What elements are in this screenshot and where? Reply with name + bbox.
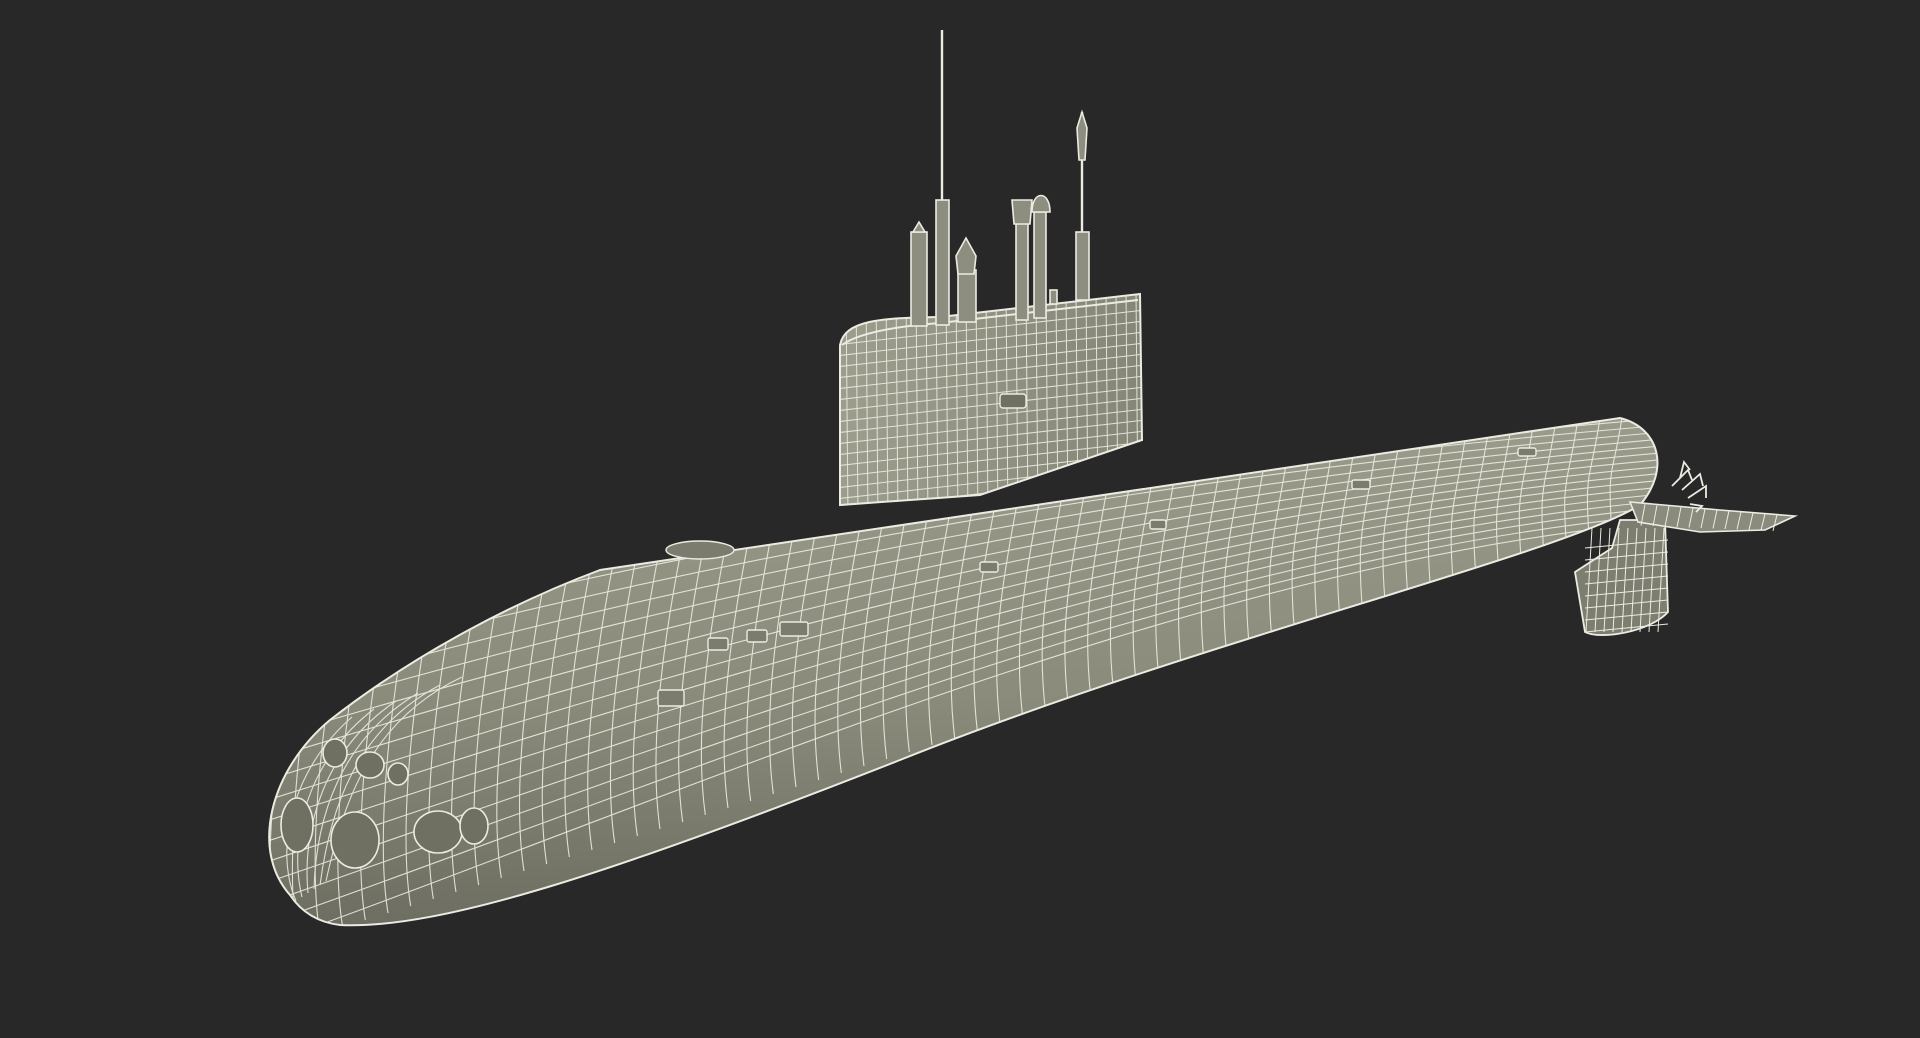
torpedo-hatch bbox=[387, 762, 409, 786]
radar-dome bbox=[1011, 199, 1033, 225]
torpedo-hatch bbox=[459, 807, 489, 845]
render-viewport bbox=[0, 0, 1920, 1038]
sail-window bbox=[999, 393, 1027, 409]
propeller bbox=[1671, 459, 1707, 513]
periscope-masts bbox=[910, 30, 1090, 327]
snorkel-mast bbox=[910, 231, 928, 327]
optronic-head bbox=[955, 236, 977, 275]
deck-hatch bbox=[1517, 447, 1537, 457]
torpedo-hatch bbox=[322, 738, 348, 768]
deck-hatch bbox=[1149, 519, 1167, 530]
antenna-mast-base bbox=[1075, 231, 1090, 301]
radar-mast bbox=[1015, 219, 1029, 321]
sensor-dome bbox=[1031, 194, 1051, 213]
deck-hatch bbox=[665, 540, 735, 560]
sensor-mast bbox=[1033, 211, 1047, 319]
submarine-wireframe-render bbox=[268, 30, 1799, 927]
deck-hatch bbox=[707, 637, 729, 651]
optronic-mast bbox=[957, 269, 977, 323]
deck-hatch bbox=[979, 561, 999, 573]
snorkel-tip bbox=[911, 220, 927, 233]
torpedo-hatch bbox=[355, 751, 385, 779]
deck-hatch bbox=[1351, 479, 1371, 490]
torpedo-hatch bbox=[280, 797, 314, 853]
deck-hatch bbox=[657, 689, 685, 707]
deck-hatch bbox=[779, 621, 809, 637]
short-mast bbox=[1049, 289, 1058, 305]
deck-hatch bbox=[746, 629, 768, 643]
torpedo-hatch bbox=[413, 810, 463, 854]
torpedo-hatch bbox=[330, 811, 380, 869]
antenna-mast-base bbox=[935, 199, 950, 326]
antenna-tip bbox=[1076, 109, 1088, 161]
